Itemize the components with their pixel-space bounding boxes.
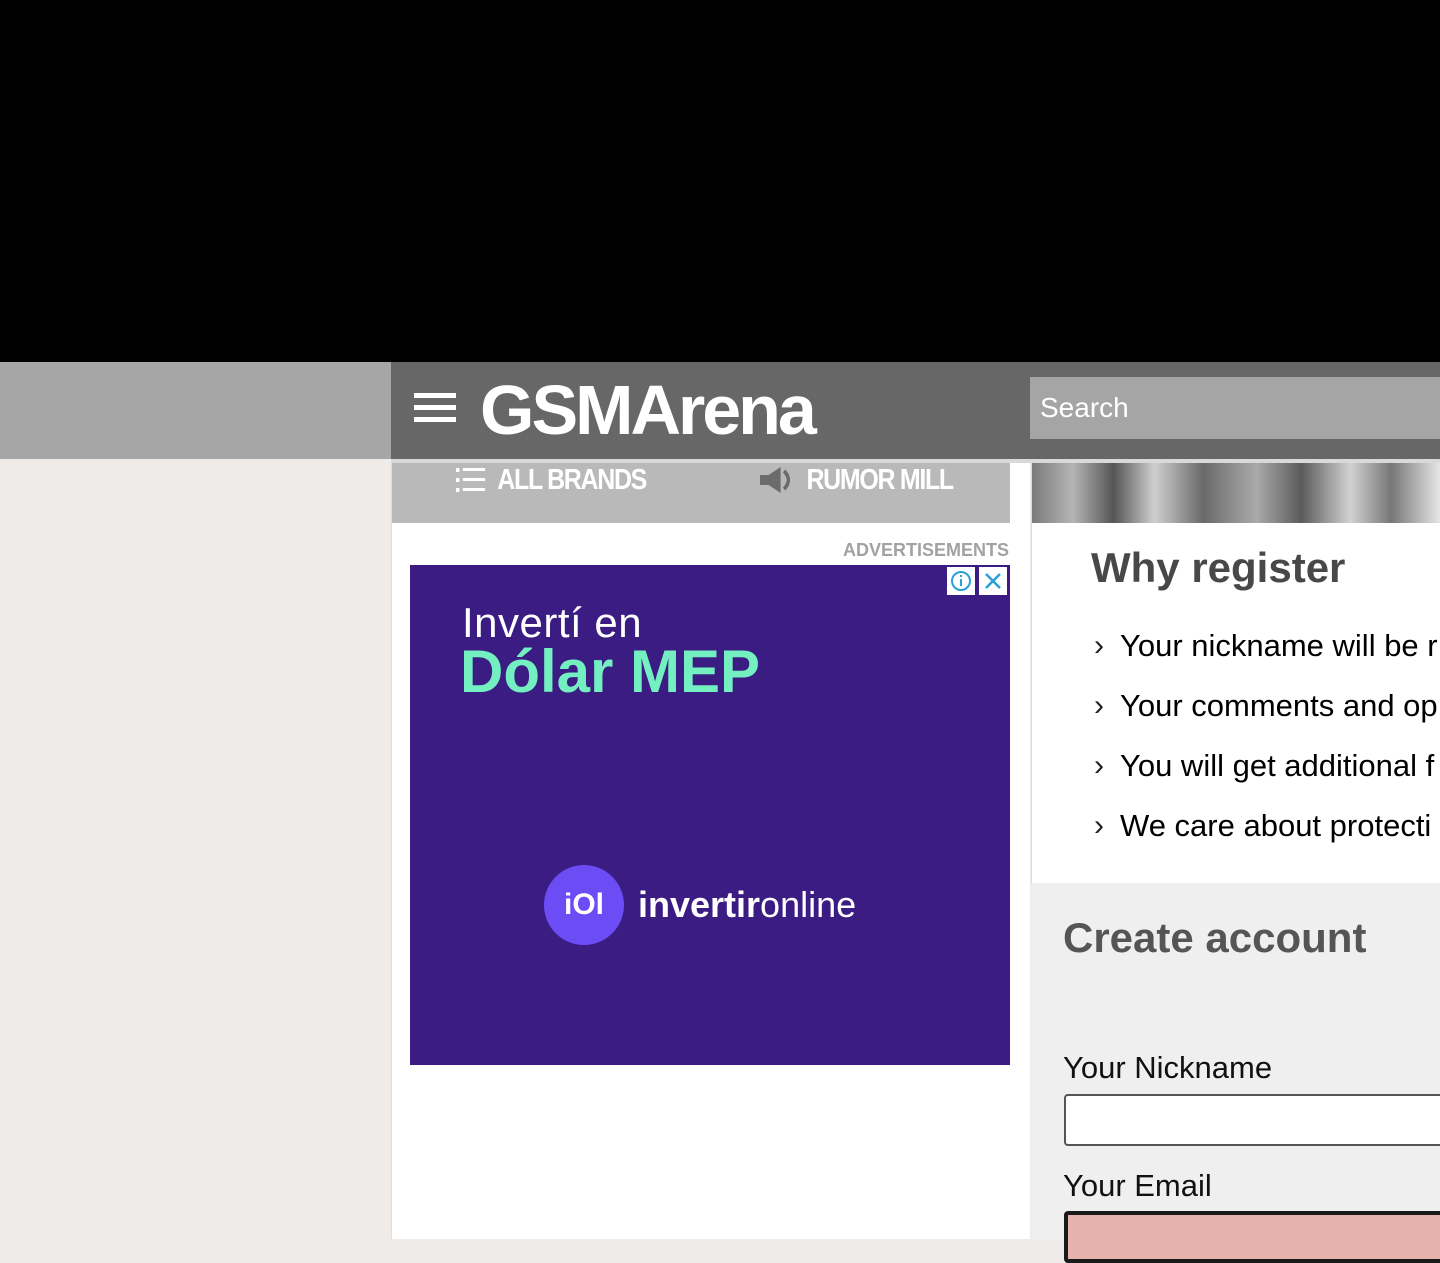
ad-headline-line2: Dólar MEP bbox=[460, 638, 761, 705]
nickname-field[interactable] bbox=[1064, 1094, 1440, 1146]
ad-info-icon[interactable] bbox=[947, 567, 975, 595]
nickname-label: Your Nickname bbox=[1063, 1050, 1273, 1085]
chevron-right-icon: › bbox=[1094, 629, 1104, 662]
logo-text: GSMArena bbox=[480, 376, 818, 440]
ad-logo-mark: iOl bbox=[544, 865, 624, 945]
why-register-title: Why register bbox=[1091, 544, 1346, 591]
list-item: › You will get additional f bbox=[1094, 748, 1435, 783]
email-label: Your Email bbox=[1063, 1168, 1212, 1203]
search-input[interactable] bbox=[1030, 377, 1440, 439]
top-ad-banner bbox=[0, 0, 1440, 362]
ad-close-icon[interactable] bbox=[979, 567, 1007, 595]
nav-all-brands[interactable]: ALL BRANDS bbox=[456, 463, 647, 497]
ad-brand-logo: iOl invertironline bbox=[544, 865, 856, 945]
menu-icon[interactable] bbox=[414, 393, 456, 423]
email-field[interactable] bbox=[1064, 1211, 1440, 1263]
chevron-right-icon: › bbox=[1094, 809, 1104, 842]
advertisements-label: ADVERTISEMENTS bbox=[842, 540, 1009, 560]
nav-strip: ALL BRANDS RUMOR MILL bbox=[392, 463, 1010, 523]
chevron-right-icon: › bbox=[1094, 689, 1104, 722]
megaphone-icon bbox=[760, 467, 791, 493]
nav-all-brands-label: ALL BRANDS bbox=[497, 463, 647, 496]
nav-rumor-mill[interactable]: RUMOR MILL bbox=[760, 463, 954, 497]
list-item: › Your comments and op bbox=[1094, 688, 1438, 723]
ad-brand-bold: invertir bbox=[638, 884, 761, 925]
nav-rumor-mill-label: RUMOR MILL bbox=[806, 463, 954, 496]
header-left-filler bbox=[0, 362, 391, 459]
gsmarena-logo[interactable]: GSMArena bbox=[480, 376, 892, 440]
create-account-title: Create account bbox=[1063, 914, 1367, 961]
list-item: › Your nickname will be r bbox=[1094, 628, 1438, 663]
ad-brand-light: online bbox=[760, 884, 857, 925]
list-item: › We care about protecti bbox=[1094, 808, 1432, 843]
sidebar-photo bbox=[1032, 463, 1440, 523]
ad-banner[interactable]: Invertí en Dólar MEP iOl invertironline bbox=[410, 565, 1010, 1065]
list-icon bbox=[456, 468, 486, 492]
why-register-list: › Your nickname will be r › Your comments … bbox=[1094, 616, 1440, 856]
chevron-right-icon: › bbox=[1094, 749, 1104, 782]
